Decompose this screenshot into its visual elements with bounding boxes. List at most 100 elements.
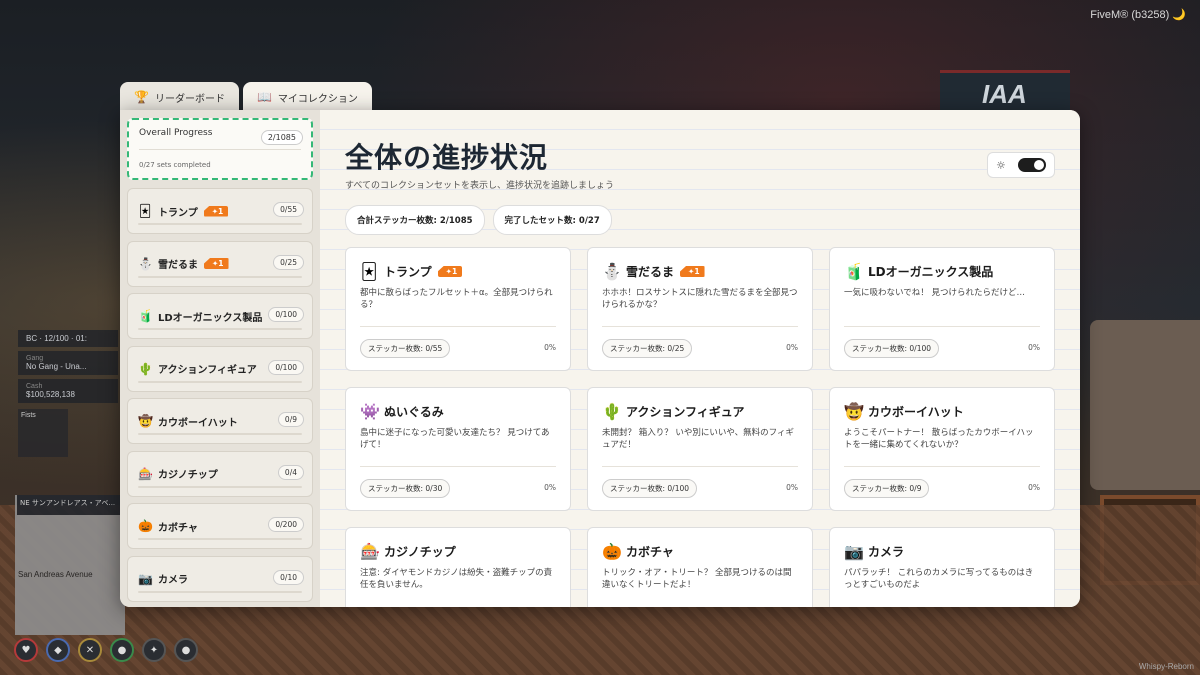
sidebar-item-label: カウボーイハット bbox=[158, 417, 238, 429]
collection-card[interactable]: 🎃 カボチャ トリック・オア・トリート？ 全部見つけるのは間違いなくトリートだよ！ bbox=[587, 527, 813, 607]
collection-icon: 📷 bbox=[844, 542, 864, 561]
card-description: トリック・オア・トリート？ 全部見つけるのは間違いなくトリートだよ！ bbox=[602, 568, 792, 591]
armor-icon: ◆ bbox=[46, 638, 70, 662]
street-name: San Andreas Avenue bbox=[18, 570, 93, 579]
overall-progress-count: 2/1085 bbox=[260, 130, 303, 145]
collection-icon: 🧃 bbox=[844, 262, 864, 281]
collection-card[interactable]: 🧃 LDオーガニックス製品一気に吸わないでね！ 見つけられたらだけど… ステッカー枚… bbox=[829, 247, 1055, 371]
collection-icon: 🤠 bbox=[844, 402, 864, 421]
card-description: ホホホ！ロスサントスに隠れた雪だるまを全部見つけられるかな？ bbox=[602, 288, 798, 311]
minimap: NE サンアンドレアス・アベ... San Andreas Avenue bbox=[15, 495, 125, 635]
main-content: 全体の進捗状況 すべてのコレクションセットを表示し、進捗状況を追跡しましょう ☼… bbox=[320, 110, 1080, 607]
card-title: カボチャ bbox=[626, 545, 674, 559]
sidebar-item[interactable]: 🌵 アクションフィギュア 0/100 bbox=[127, 345, 313, 392]
card-header: 🎰 カジノチップ bbox=[360, 542, 556, 561]
card-header: 🌵 アクションフィギュア bbox=[602, 402, 798, 421]
health-icon: ♥ bbox=[14, 638, 38, 662]
overall-progress[interactable]: Overall Progress 2/1085 0/27 sets comple… bbox=[127, 118, 313, 180]
sidebar-item-count: 0/100 bbox=[268, 359, 304, 375]
tab-leaderboard[interactable]: 🏆 リーダーボード bbox=[120, 82, 239, 112]
sidebar-item[interactable]: 🧃 LDオーガニックス製品 0/100 bbox=[127, 293, 313, 339]
card-progress-bar bbox=[602, 326, 798, 327]
sidebar-item[interactable]: 🎰 カジノチップ 0/4 bbox=[127, 450, 313, 497]
stress-icon: ● bbox=[174, 638, 198, 662]
collection-card[interactable]: 🃏 トランプ ✦1 都中に散らばったフルセット＋α。全部見つけられる？ ステッカー枚数:… bbox=[345, 247, 571, 371]
card-description: 注意: ダイヤモンドカジノは紛失・盗難チップの責任を負いません。 bbox=[360, 568, 553, 591]
sidebar-item-label: カジノチップ bbox=[158, 470, 218, 481]
collection-card[interactable]: 🎰 カジノチップ注意: ダイヤモンドカジノは紛失・盗難チップの責任を負いません。 bbox=[345, 527, 571, 607]
sticker-count: ステッカー枚数: 0/100 bbox=[844, 339, 940, 358]
collection-icon: 🎰 bbox=[138, 466, 153, 481]
card-header: ⛄ 雪だるま ✦1 bbox=[602, 262, 798, 281]
card-title: カジノチップ bbox=[384, 545, 456, 559]
collection-card[interactable]: 🤠 カウボーイハットようこそパートナー！ 散らばったカウボーイハットを一緒に集めて… bbox=[829, 387, 1055, 511]
sidebar-item[interactable]: 🤠 カウボーイハット 0/9 bbox=[127, 398, 313, 444]
new-badge: ✦1 bbox=[203, 205, 229, 217]
collection-icon: 🧃 bbox=[138, 309, 153, 323]
collection-card[interactable]: 📷 カメラパパラッチ！ これらのカメラに写ってるものはきっとすごいものだよ bbox=[829, 527, 1055, 607]
sidebar-item[interactable]: 🎃 カボチャ 0/200 bbox=[127, 503, 313, 549]
sidebar-item-progress bbox=[138, 328, 302, 330]
watermark: Whispy-Reborn bbox=[1138, 662, 1194, 671]
card-title: トランプ bbox=[384, 265, 432, 279]
panel-tabs: 🏆 リーダーボード 📖 マイコレクション bbox=[120, 82, 372, 112]
sidebar-item-count: 0/55 bbox=[273, 202, 304, 217]
iaa-sign: IAA bbox=[940, 70, 1070, 110]
sidebar-item-progress bbox=[138, 380, 302, 383]
sidebar-item-count: 0/200 bbox=[268, 517, 304, 532]
sidebar-item-progress bbox=[138, 275, 302, 278]
sidebar-item[interactable]: ⛄ 雪だるま ✦1 0/25 bbox=[127, 240, 313, 287]
sidebar-item-count: 0/100 bbox=[268, 307, 304, 322]
card-percent: 0% bbox=[786, 483, 798, 492]
sidebar-item[interactable]: 🃏 トランプ ✦1 0/55 bbox=[127, 188, 313, 234]
card-percent: 0% bbox=[1028, 343, 1040, 352]
card-percent: 0% bbox=[1028, 483, 1040, 492]
status-icons: ♥ ◆ ✕ ● ✦ ● bbox=[14, 638, 198, 662]
sidebar-item[interactable]: 📷 カメラ 0/10 bbox=[127, 555, 313, 602]
sidebar-item-label: トランプ bbox=[158, 207, 198, 219]
card-description: 都中に散らばったフルセット＋α。全部見つけられる？ bbox=[360, 288, 553, 311]
card-header: 🧃 LDオーガニックス製品 bbox=[844, 262, 1040, 281]
card-header: 🤠 カウボーイハット bbox=[844, 402, 1040, 421]
collection-panel: Overall Progress 2/1085 0/27 sets comple… bbox=[120, 110, 1080, 607]
new-badge: ✦1 bbox=[204, 258, 229, 269]
page-subtitle: すべてのコレクションセットを表示し、進捗状況を追跡しましょう bbox=[345, 181, 615, 191]
card-title: アクションフィギュア bbox=[626, 405, 745, 419]
card-progress-bar bbox=[844, 466, 1040, 467]
collection-card[interactable]: 👾 ぬいぐるみ 島中に迷子になった可愛い友達たち？ 見つけてあげて！ ステッカー枚数:… bbox=[345, 387, 571, 511]
card-description: パパラッチ！ これらのカメラに写ってるものはきっとすごいものだよ bbox=[844, 568, 1034, 591]
stats-row: 合計ステッカー枚数: 2/1085 完了したセット数: 0/27 bbox=[345, 205, 1055, 235]
collection-card[interactable]: ⛄ 雪だるま ✦1 ホホホ！ロスサントスに隠れた雪だるまを全部見つけられるかな？ ステッ… bbox=[587, 247, 813, 371]
card-title: カメラ bbox=[868, 545, 905, 559]
card-description: 一気に吸わないでね！ 見つけられたらだけど… bbox=[844, 288, 1025, 298]
card-header: 📷 カメラ bbox=[844, 542, 1040, 561]
card-description: ようこそパートナー！ 散らばったカウボーイハットを一緒に集めてくれないか？ bbox=[844, 428, 1034, 451]
sun-icon: ☼ bbox=[996, 158, 1006, 172]
sidebar-list: 🃏 トランプ ✦1 0/55 ⛄ 雪だるま ✦1 0/25 🧃 LDオーガニックス製品 0/100 🌵… bbox=[127, 188, 313, 602]
sticker-count: ステッカー枚数: 0/9 bbox=[844, 479, 930, 498]
hunger-icon: ✕ bbox=[78, 638, 102, 662]
sticker-count: ステッカー枚数: 0/30 bbox=[360, 479, 451, 498]
collection-icon: 🎃 bbox=[138, 519, 153, 533]
hud-status-row: BC · 12/100 · 01: bbox=[18, 330, 118, 347]
theme-toggle[interactable]: ☼ bbox=[987, 152, 1055, 178]
new-badge: ✦1 bbox=[437, 266, 463, 277]
toggle-switch[interactable] bbox=[1018, 158, 1046, 172]
sticker-count: ステッカー枚数: 0/55 bbox=[360, 339, 451, 358]
card-percent: 0% bbox=[544, 483, 556, 492]
sidebar-item-label: アクションフィギュア bbox=[158, 365, 257, 376]
collection-icon: 🎰 bbox=[360, 542, 380, 561]
tab-my-collection[interactable]: 📖 マイコレクション bbox=[242, 82, 372, 112]
card-title: 雪だるま bbox=[626, 265, 675, 279]
book-icon: 📖 bbox=[256, 90, 272, 104]
card-progress-bar bbox=[360, 326, 556, 327]
card-progress-bar bbox=[360, 466, 556, 467]
card-progress-bar bbox=[602, 466, 798, 467]
collection-icon: 🤠 bbox=[138, 414, 153, 428]
card-title: カウボーイハット bbox=[868, 405, 964, 419]
collection-card[interactable]: 🌵 アクションフィギュア 未開封？ 箱入り？ いや別にいいや、無料のフィギュアだ！ ス… bbox=[587, 387, 813, 511]
page-title: 全体の進捗状況 bbox=[345, 141, 549, 174]
collection-icon: 🌵 bbox=[602, 402, 622, 421]
collection-icon: ⛄ bbox=[138, 256, 153, 271]
sofa bbox=[1090, 320, 1200, 490]
